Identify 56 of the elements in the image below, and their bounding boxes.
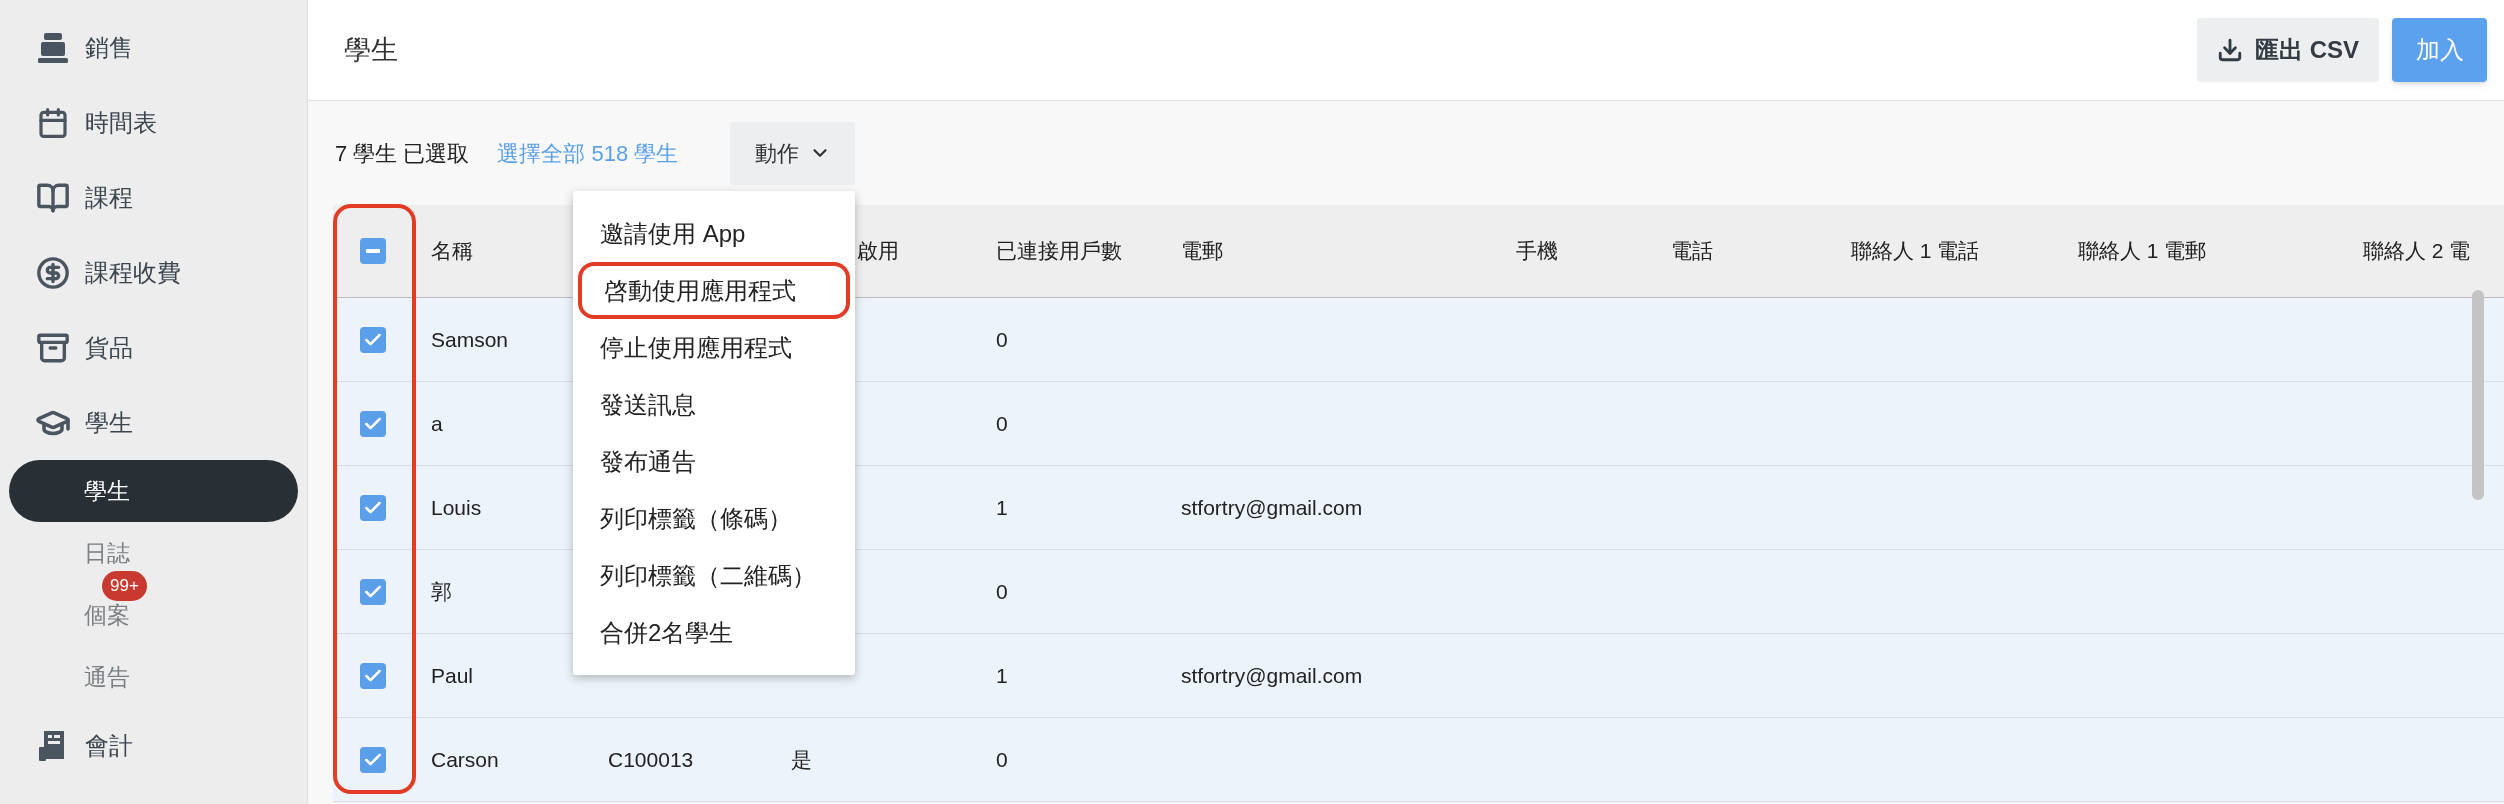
menu-item[interactable]: 停止使用應用程式	[578, 319, 850, 376]
column-header: 聯絡人 2 電	[2363, 239, 2471, 263]
menu-item[interactable]: 邀請使用 App	[578, 205, 850, 262]
table-cell: stfortry@gmail.com	[1181, 663, 1363, 687]
sidebar-item[interactable]: 銷售	[0, 10, 307, 85]
minus-icon	[366, 249, 380, 253]
table-cell: C100013	[608, 747, 694, 771]
column-header: 電話	[1671, 239, 1713, 263]
checkbox[interactable]	[360, 578, 386, 605]
table-cell: a	[431, 411, 443, 435]
cash-register-icon	[36, 30, 70, 65]
sidebar-subitem[interactable]: 學生	[9, 460, 298, 522]
table-cell: 0	[996, 327, 1008, 351]
download-icon	[2217, 37, 2243, 63]
checkbox[interactable]	[360, 326, 386, 353]
column-header: 名稱	[431, 239, 473, 263]
checkbox[interactable]	[360, 662, 386, 689]
table-cell: stfortry@gmail.com	[1181, 495, 1363, 519]
table-cell: 0	[996, 579, 1008, 603]
checkbox[interactable]	[360, 494, 386, 521]
menu-item[interactable]: 啓動使用應用程式	[578, 262, 850, 319]
column-header: 電郵	[1181, 239, 1223, 263]
table-row[interactable]: Carson C100013 是 0	[333, 718, 2504, 802]
checkbox[interactable]	[360, 746, 386, 773]
table-cell: Paul	[431, 663, 474, 687]
sidebar-item[interactable]: 貨品	[0, 310, 307, 385]
column-header: 啟用	[857, 239, 899, 263]
menu-item[interactable]: 列印標籤（二維碼）	[578, 547, 850, 604]
actions-dropdown[interactable]: 動作	[730, 121, 856, 185]
table-cell: Louis	[431, 495, 482, 519]
calendar-icon	[37, 106, 69, 139]
table-cell: 0	[996, 411, 1008, 435]
count-badge: 99+	[102, 571, 147, 601]
sidebar-item[interactable]: 學生	[0, 385, 307, 460]
selection-count: 7 學生 已選取	[335, 139, 470, 168]
page-title: 學生	[344, 33, 398, 67]
column-header: 聯絡人 1 電話	[1851, 239, 1980, 263]
table-cell: 是	[791, 747, 812, 771]
sidebar-item[interactable]: 時間表	[0, 85, 307, 160]
table-cell: 0	[996, 747, 1008, 771]
table-cell: 1	[996, 663, 1008, 687]
table-cell: Samson	[431, 327, 509, 351]
column-header: 已連接用戶數	[996, 239, 1122, 263]
sidebar-item[interactable]: 會計	[0, 708, 307, 783]
sidebar-item[interactable]: 課程收費	[0, 235, 307, 310]
sidebar-item[interactable]: 課程	[0, 160, 307, 235]
checkbox[interactable]	[360, 410, 386, 437]
column-header: 聯絡人 1 電郵	[2078, 239, 2207, 263]
checkbox[interactable]	[360, 238, 386, 264]
dollar-icon	[36, 255, 70, 290]
export-csv-button[interactable]: 匯出 CSV	[2197, 18, 2379, 82]
column-header: 手機	[1516, 239, 1558, 263]
menu-item[interactable]: 列印標籤（條碼）	[578, 490, 850, 547]
table-cell: Carson	[431, 747, 499, 771]
table-cell: 1	[996, 495, 1008, 519]
table-cell: 郭	[431, 579, 452, 603]
